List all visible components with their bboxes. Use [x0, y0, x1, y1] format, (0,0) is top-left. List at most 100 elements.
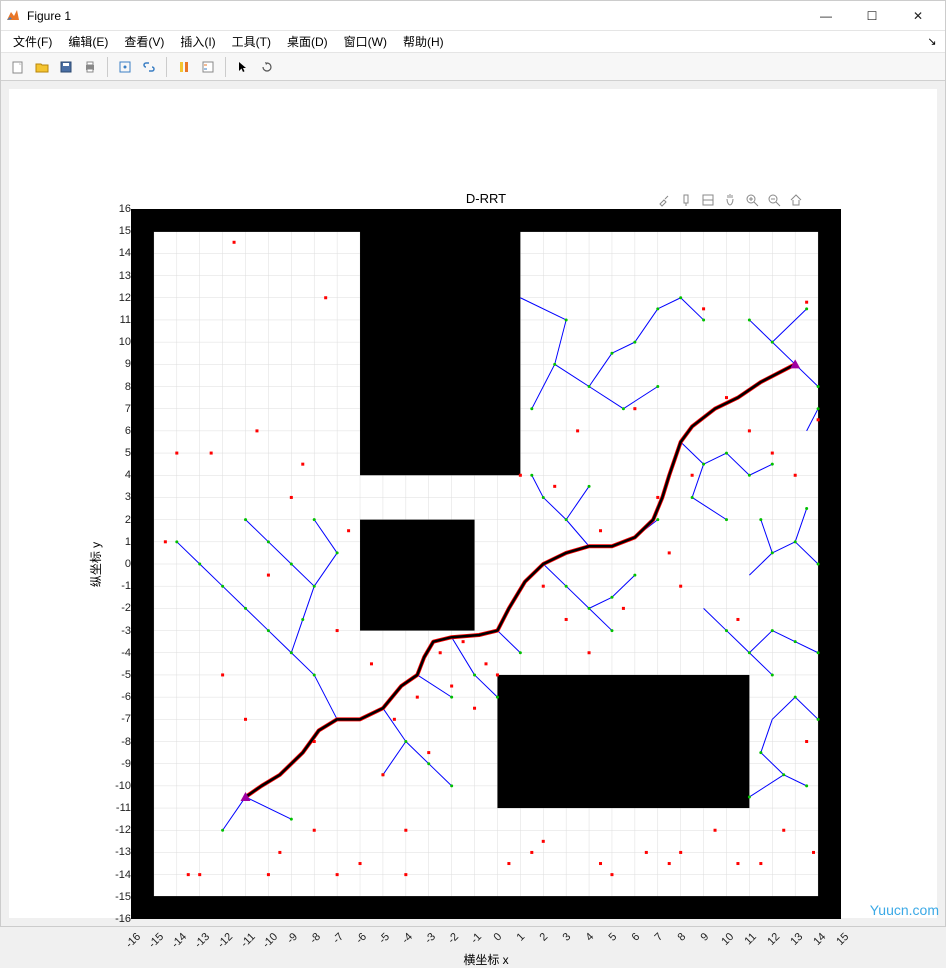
x-tick: 5	[606, 931, 619, 944]
x-tick: 14	[811, 931, 828, 948]
x-tick: 7	[652, 931, 665, 944]
menu-file[interactable]: 文件(F)	[7, 31, 58, 52]
y-tick: 5	[105, 447, 131, 459]
watermark: Yuucn.com	[870, 902, 939, 918]
open-button[interactable]	[31, 56, 53, 78]
toolbar	[1, 53, 945, 81]
save-button[interactable]	[55, 56, 77, 78]
y-tick: 11	[105, 314, 131, 326]
y-tick: 16	[105, 203, 131, 215]
colorbar-icon	[177, 60, 191, 74]
x-tick: -10	[261, 931, 281, 951]
reset-button[interactable]	[699, 191, 717, 209]
y-axis-label: 纵坐标 y	[87, 209, 105, 919]
link-button[interactable]	[138, 56, 160, 78]
zoom-out-button[interactable]	[765, 191, 783, 209]
pan-button[interactable]	[721, 191, 739, 209]
rotate-button[interactable]	[256, 56, 278, 78]
figure-window: Figure 1 — ☐ ✕ 文件(F) 编辑(E) 查看(V) 插入(I) 工…	[0, 0, 946, 927]
print-icon	[83, 60, 97, 74]
x-tick: -7	[331, 931, 346, 946]
colorbar-button[interactable]	[173, 56, 195, 78]
legend-button[interactable]	[197, 56, 219, 78]
axes[interactable]	[131, 209, 841, 919]
x-tick: -4	[400, 931, 415, 946]
x-tick: 9	[698, 931, 711, 944]
x-tick: 4	[584, 931, 597, 944]
maximize-button[interactable]: ☐	[849, 1, 895, 31]
home-button[interactable]	[787, 191, 805, 209]
y-tick: 15	[105, 225, 131, 237]
y-tick: -5	[105, 669, 131, 681]
brush-button[interactable]	[655, 191, 673, 209]
cursor-icon	[236, 60, 250, 74]
y-tick: 14	[105, 247, 131, 259]
y-tick: 1	[105, 536, 131, 548]
x-tick: 0	[492, 931, 505, 944]
y-tick: 12	[105, 292, 131, 304]
y-tick: -4	[105, 647, 131, 659]
pointer-button[interactable]	[232, 56, 254, 78]
x-tick: -12	[215, 931, 235, 951]
x-tick: -13	[192, 931, 212, 951]
x-tick: 3	[561, 931, 574, 944]
save-icon	[59, 60, 73, 74]
menu-overflow[interactable]: ↘	[925, 35, 939, 48]
y-tick: -13	[105, 846, 131, 858]
edit-plot-button[interactable]	[114, 56, 136, 78]
link-icon	[142, 60, 156, 74]
x-tick: -16	[123, 931, 143, 951]
legend-icon	[201, 60, 215, 74]
y-tick: 0	[105, 558, 131, 570]
x-tick: -9	[285, 931, 300, 946]
y-tick: -7	[105, 713, 131, 725]
menu-view[interactable]: 查看(V)	[118, 31, 170, 52]
menu-window[interactable]: 窗口(W)	[338, 31, 393, 52]
y-tick: 2	[105, 514, 131, 526]
new-icon	[11, 60, 25, 74]
y-tick: -8	[105, 736, 131, 748]
y-tick: 4	[105, 469, 131, 481]
y-tick: -1	[105, 580, 131, 592]
x-tick: 13	[788, 931, 805, 948]
x-tick: 15	[834, 931, 851, 948]
y-tick: -14	[105, 869, 131, 881]
x-axis-label: 横坐标 x	[131, 951, 841, 968]
menu-desktop[interactable]: 桌面(D)	[281, 31, 334, 52]
x-tick: -11	[238, 931, 257, 950]
menubar: 文件(F) 编辑(E) 查看(V) 插入(I) 工具(T) 桌面(D) 窗口(W…	[1, 31, 945, 53]
close-button[interactable]: ✕	[895, 1, 941, 31]
menu-insert[interactable]: 插入(I)	[174, 31, 221, 52]
menu-help[interactable]: 帮助(H)	[397, 31, 450, 52]
x-tick: 6	[629, 931, 642, 944]
y-tick: -6	[105, 691, 131, 703]
new-figure-button[interactable]	[7, 56, 29, 78]
x-tick: -5	[377, 931, 392, 946]
window-title: Figure 1	[27, 9, 803, 23]
y-tick: -11	[105, 802, 131, 814]
menu-tools[interactable]: 工具(T)	[226, 31, 277, 52]
chart-svg	[131, 209, 841, 919]
axes-toolbar	[655, 191, 805, 209]
titlebar: Figure 1 — ☐ ✕	[1, 1, 945, 31]
y-tick: 7	[105, 403, 131, 415]
datatips-button[interactable]	[677, 191, 695, 209]
x-tick: 8	[675, 931, 688, 944]
menu-edit[interactable]: 编辑(E)	[62, 31, 114, 52]
y-tick: -2	[105, 602, 131, 614]
y-tick: 10	[105, 336, 131, 348]
x-tick: 10	[720, 931, 737, 948]
y-tick: 9	[105, 358, 131, 370]
x-tick: 11	[743, 931, 760, 948]
zoom-in-button[interactable]	[743, 191, 761, 209]
edit-plot-icon	[118, 60, 132, 74]
matlab-icon	[5, 8, 21, 24]
minimize-button[interactable]: —	[803, 1, 849, 31]
canvas-area: D-RRT -16-15-14-13-12-11-10-9-8-7-6-5-4-…	[1, 81, 945, 926]
y-tick: 3	[105, 491, 131, 503]
y-tick: -10	[105, 780, 131, 792]
y-tick: 13	[105, 270, 131, 282]
y-tick: -16	[105, 913, 131, 925]
print-button[interactable]	[79, 56, 101, 78]
x-tick: 12	[766, 931, 783, 948]
